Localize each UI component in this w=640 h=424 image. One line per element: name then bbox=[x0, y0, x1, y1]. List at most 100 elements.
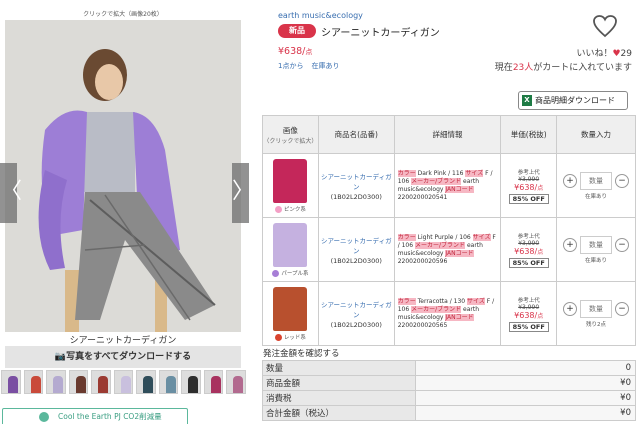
jan-tag: JANコード bbox=[445, 185, 474, 193]
variant-name-cell: シアーニットカーディガン (1B02L2D0300) bbox=[317, 217, 395, 282]
variant-image-cell[interactable]: レッド系 bbox=[262, 281, 319, 346]
thumbnail-strip bbox=[0, 370, 247, 394]
variant-image[interactable] bbox=[273, 222, 308, 267]
sale-price-unit: 点 bbox=[537, 248, 544, 256]
gallery-thumbnail[interactable] bbox=[1, 370, 21, 394]
new-badge: 新品 bbox=[278, 24, 316, 38]
variant-name-cell: シアーニットカーディガン (1B02L2D0300) bbox=[317, 281, 395, 346]
thumbnail-garment bbox=[188, 376, 199, 393]
variant-name-link[interactable]: シアーニットカーディガン bbox=[321, 237, 392, 255]
cool-banner-text: Cool the Earth PJ CO2削減量 bbox=[58, 412, 162, 421]
gallery-thumbnail[interactable] bbox=[91, 370, 111, 394]
sale-price-value: ¥638/ bbox=[514, 310, 538, 320]
col-name: 商品名(品番) bbox=[317, 115, 395, 154]
sale-price-unit: 点 bbox=[537, 312, 544, 320]
gallery-thumbnail[interactable] bbox=[46, 370, 66, 394]
totals-table: 数量 0 商品金額 ¥0 消費税 ¥0 合計金額（税込） ¥0 bbox=[262, 360, 636, 421]
likes-label: いいね！ bbox=[576, 49, 613, 59]
confirm-order-heading: 発注金額を確認する bbox=[263, 349, 340, 359]
maker-tag: メーカー/ブランド bbox=[415, 241, 466, 249]
qty-input[interactable] bbox=[580, 171, 613, 190]
gallery-thumbnail[interactable] bbox=[158, 370, 179, 394]
discount-badge: 85% OFF bbox=[508, 321, 549, 332]
variant-stock: 在庫あり bbox=[585, 193, 608, 200]
variant-image-cell[interactable]: ピンク系 bbox=[262, 153, 319, 218]
total-row: 数量 0 bbox=[262, 360, 636, 376]
variant-detail-cell: カラー Light Purple / 106 サイズ F / 106 メーカー/… bbox=[393, 217, 502, 282]
total-row: 消費税 ¥0 bbox=[262, 390, 636, 406]
col-price: 単価(税抜) bbox=[500, 115, 558, 154]
color-dot bbox=[274, 333, 282, 341]
color-dot bbox=[274, 205, 282, 213]
variant-row: レッド系 シアーニットカーディガン (1B02L2D0300) カラー Terr… bbox=[262, 281, 636, 346]
total-value: ¥0 bbox=[415, 375, 636, 391]
gallery-thumbnail[interactable] bbox=[181, 370, 201, 394]
gallery-thumbnail[interactable] bbox=[226, 370, 247, 394]
total-label: 合計金額（税込） bbox=[262, 405, 416, 421]
qty-input[interactable] bbox=[580, 299, 613, 318]
qty-decrement-button[interactable]: − bbox=[615, 173, 630, 188]
variant-name-link[interactable]: シアーニットカーディガン bbox=[321, 301, 392, 319]
size-tag: サイズ bbox=[465, 169, 484, 177]
image-caption: シアーニットカーディガン bbox=[69, 336, 177, 346]
jan-tag: JANコード bbox=[445, 249, 474, 257]
total-label: 消費税 bbox=[262, 390, 416, 406]
model-photo bbox=[5, 20, 241, 332]
variant-name-cell: シアーニットカーディガン (1B02L2D0300) bbox=[317, 153, 395, 218]
main-product-image[interactable] bbox=[5, 20, 241, 332]
sale-price: ¥638/点 bbox=[501, 183, 556, 192]
gallery-next-button[interactable]: 〉 bbox=[232, 163, 254, 223]
size-tag: サイズ bbox=[467, 297, 485, 305]
variant-name-link[interactable]: シアーニットカーディガン bbox=[321, 173, 392, 191]
favorite-heart-icon[interactable] bbox=[592, 14, 618, 38]
variant-detail-cell: カラー Dark Pink / 116 サイズ F / 106 メーカー/ブラン… bbox=[393, 153, 502, 218]
gallery-thumbnail[interactable] bbox=[136, 370, 156, 394]
cart-count-value: 23人 bbox=[512, 63, 534, 73]
variant-image-cell[interactable]: パープル系 bbox=[262, 217, 319, 282]
qty-decrement-button[interactable]: − bbox=[615, 237, 630, 252]
thumbnail-garment bbox=[8, 376, 18, 393]
sale-price-value: ¥638/ bbox=[514, 182, 538, 192]
cart-prefix: 現在 bbox=[494, 63, 513, 73]
maker-tag: メーカー/ブランド bbox=[411, 177, 462, 185]
thumbnail-garment bbox=[53, 376, 64, 393]
color-tag: カラー bbox=[397, 297, 416, 305]
variant-row: パープル系 シアーニットカーディガン (1B02L2D0300) カラー Lig… bbox=[262, 217, 636, 282]
gallery-thumbnail[interactable] bbox=[68, 370, 89, 394]
heart-icon: ♥ bbox=[612, 49, 621, 59]
price-unit: 点 bbox=[305, 48, 313, 56]
zoom-hint: クリックで拡大（画像20枚） bbox=[83, 11, 163, 18]
likes-count: 29 bbox=[620, 49, 632, 59]
gallery-thumbnail[interactable] bbox=[23, 370, 44, 394]
discount-badge: 85% OFF bbox=[508, 193, 549, 204]
qty-decrement-button[interactable]: − bbox=[615, 301, 630, 316]
variant-table: 画像 （クリックで拡大） 商品名(品番) 詳細情報 単価(税抜) 数量入力 ピン… bbox=[262, 115, 636, 346]
variant-image[interactable] bbox=[273, 286, 308, 331]
color-family: パープル系 bbox=[263, 269, 318, 277]
brand-link[interactable]: earth music&ecology bbox=[278, 11, 363, 20]
stock-status: 在庫あり bbox=[311, 62, 340, 70]
price-value: ¥638/ bbox=[278, 46, 306, 57]
total-value: ¥0 bbox=[415, 405, 636, 421]
jan-value: 2200200020541 bbox=[397, 193, 448, 201]
qty-input[interactable] bbox=[580, 235, 613, 254]
qty-increment-button[interactable]: + bbox=[563, 173, 578, 188]
color-family-label: ピンク系 bbox=[283, 206, 306, 213]
color-tag: カラー bbox=[397, 233, 416, 241]
qty-increment-button[interactable]: + bbox=[563, 301, 578, 316]
gallery-thumbnail[interactable] bbox=[203, 370, 224, 394]
variant-price-cell: 参考上代 ¥3,990 ¥638/点 85% OFF bbox=[500, 153, 558, 218]
reference-price: ¥3,990 bbox=[518, 239, 540, 247]
reference-price-label: 参考上代 bbox=[517, 169, 540, 176]
download-all-photos-button[interactable]: 📷写真をすべてダウンロードする bbox=[5, 346, 241, 368]
gallery-thumbnail[interactable] bbox=[113, 370, 134, 394]
col-image: 画像 （クリックで拡大） bbox=[262, 115, 319, 154]
download-spec-button[interactable]: X 商品明細ダウンロード bbox=[518, 91, 628, 110]
sale-price: ¥638/点 bbox=[501, 247, 556, 256]
cool-the-earth-banner[interactable]: Cool the Earth PJ CO2削減量 bbox=[2, 408, 188, 424]
jan-value: 2200200020565 bbox=[397, 321, 448, 329]
variant-image[interactable] bbox=[273, 158, 308, 203]
qty-increment-button[interactable]: + bbox=[563, 237, 578, 252]
gallery-prev-button[interactable]: 〈 bbox=[0, 163, 22, 223]
color-value: Light Purple / 106 bbox=[417, 233, 471, 241]
